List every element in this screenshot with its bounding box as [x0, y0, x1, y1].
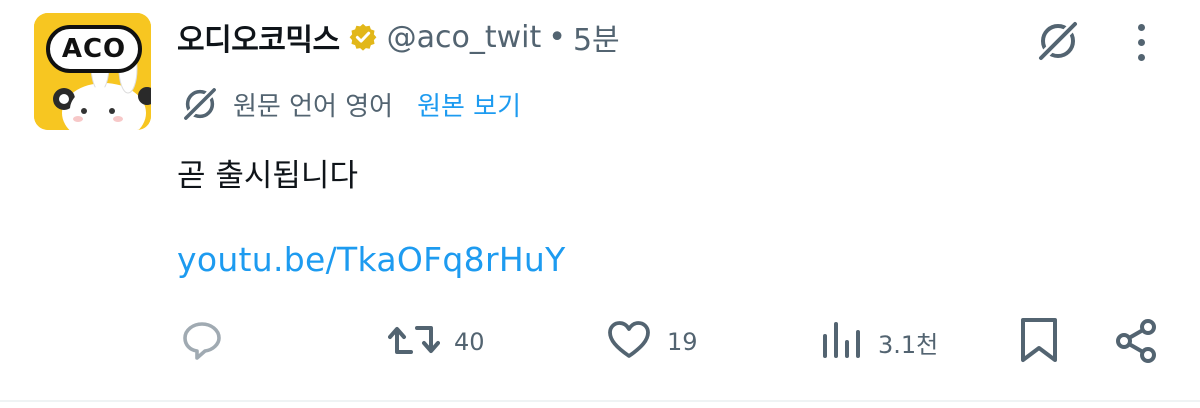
like-button[interactable]: 19	[605, 312, 698, 372]
retweet-icon	[388, 316, 440, 368]
retweet-count: 40	[454, 328, 485, 356]
action-bar: 40 19 3.1천	[0, 312, 1200, 372]
tweet-header: 오디오코믹스 @aco_twit • 5분	[177, 10, 620, 64]
tweet-divider	[0, 400, 1200, 402]
views-button[interactable]: 3.1천	[820, 312, 938, 372]
tweet-link[interactable]: youtu.be/TkaOFq8rHuY	[177, 240, 566, 279]
view-count: 3.1천	[878, 330, 939, 359]
like-count: 19	[667, 328, 698, 356]
share-icon	[1112, 315, 1160, 369]
bookmark-button[interactable]	[1015, 312, 1063, 372]
original-language-label: 원문 언어 영어	[233, 91, 394, 122]
verified-badge-icon[interactable]	[348, 22, 378, 52]
show-original-link[interactable]: 원본 보기	[417, 86, 521, 123]
timestamp[interactable]: 5분	[573, 15, 620, 59]
avatar[interactable]: ACO	[34, 13, 151, 130]
separator-dot: •	[548, 19, 566, 55]
translation-notice: 원문 언어 영어 원본 보기	[177, 82, 521, 126]
reply-icon	[178, 316, 226, 368]
translate-icon	[177, 81, 223, 127]
share-button[interactable]	[1112, 312, 1160, 372]
user-handle[interactable]: @aco_twit	[387, 20, 542, 55]
more-icon[interactable]	[1124, 16, 1158, 68]
bookmark-icon	[1015, 315, 1063, 369]
grok-icon[interactable]	[1032, 15, 1084, 67]
display-name[interactable]: 오디오코믹스	[177, 15, 340, 59]
retweet-button[interactable]: 40	[388, 312, 485, 372]
avatar-logo-text: ACO	[61, 34, 127, 64]
views-icon	[820, 316, 864, 368]
reply-button[interactable]	[178, 312, 240, 372]
tweet[interactable]: ACO 오디오코믹스 @aco_twit • 5분 원문 언어 영어 원본 보기…	[0, 0, 1200, 400]
tweet-text: 곧 출시됩니다	[177, 158, 358, 194]
like-icon	[605, 316, 653, 368]
